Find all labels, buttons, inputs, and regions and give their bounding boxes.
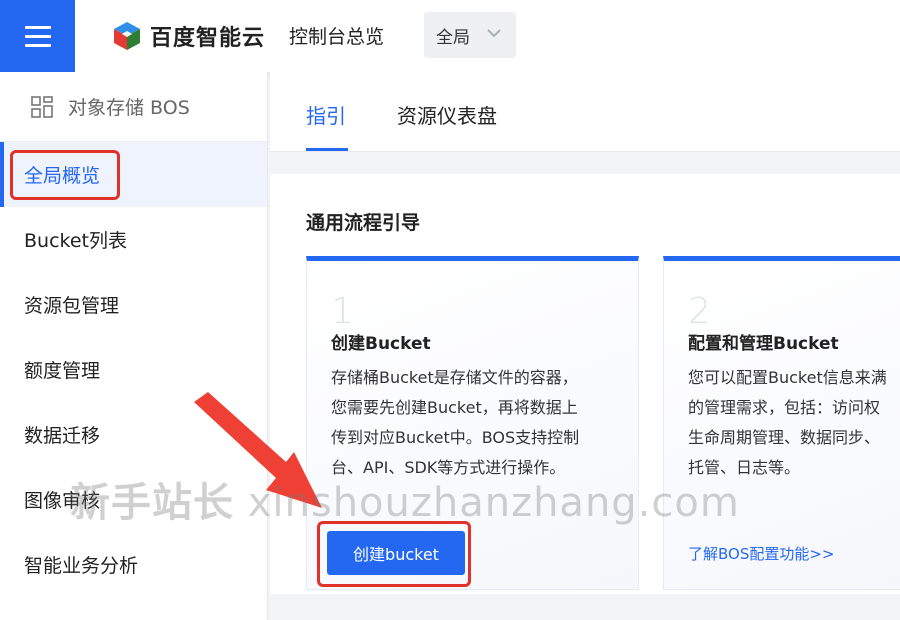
top-header: 百度智能云 控制台总览 全局 — [0, 0, 900, 72]
sidebar-title: 对象存储 BOS — [68, 97, 190, 119]
sidebar-item-label: 资源包管理 — [24, 295, 120, 317]
desc-line: 传到对应Bucket中。BOS支持控制 — [331, 428, 580, 447]
card-title: 创建Bucket — [331, 334, 431, 354]
chevron-down-icon — [487, 29, 501, 38]
brand-logo[interactable]: 百度智能云 — [112, 20, 265, 52]
grid-icon — [31, 95, 53, 118]
create-bucket-button[interactable]: 创建bucket — [327, 531, 465, 575]
desc-line: 的管理需求，包括：访问权 — [688, 398, 881, 417]
sidebar-item-label: 数据迁移 — [24, 425, 101, 447]
logo-text: 百度智能云 — [150, 26, 266, 51]
step-number: 2 — [688, 291, 711, 332]
sidebar-header[interactable]: 对象存储 BOS — [0, 72, 267, 142]
sidebar-item-label: Bucket列表 — [24, 230, 127, 252]
cloud-cube-icon — [114, 22, 140, 50]
console-overview-link[interactable]: 控制台总览 — [289, 22, 384, 49]
tab-guide[interactable]: 指引 — [306, 100, 346, 129]
annotation-highlight-box — [10, 150, 120, 200]
sidebar-item-resource-packages[interactable]: 资源包管理 — [0, 272, 267, 337]
desc-line: 存储桶Bucket是存储文件的容器， — [331, 368, 578, 387]
sidebar-item-label: 智能业务分析 — [24, 555, 139, 577]
sidebar-item-business-analysis[interactable]: 智能业务分析 — [0, 532, 267, 597]
section-title: 通用流程引导 — [306, 212, 421, 234]
watermark-cn: 新手站长 — [70, 480, 234, 526]
desc-line: 您需要先创建Bucket，再将数据上 — [331, 398, 578, 417]
tab-bar: 指引 资源仪表盘 — [270, 72, 900, 152]
card-description: 存储桶Bucket是存储文件的容器， 您需要先创建Bucket，再将数据上 传到… — [331, 363, 621, 483]
watermark: 新手站长 xinshouzhanzhang.com — [70, 470, 770, 528]
menu-icon[interactable] — [0, 0, 75, 72]
sidebar-item-overview[interactable]: 全局概览 — [0, 142, 267, 207]
active-tab-indicator — [306, 148, 348, 151]
card-title: 配置和管理Bucket — [688, 334, 839, 354]
card-description: 您可以配置Bucket信息来满 的管理需求，包括：访问权 生命周期管理、数据同步… — [688, 363, 900, 483]
step-card-create-bucket: 1 创建Bucket 存储桶Bucket是存储文件的容器， 您需要先创建Buck… — [306, 256, 639, 590]
region-select[interactable]: 全局 — [424, 12, 516, 58]
sidebar: 对象存储 BOS 全局概览 Bucket列表 资源包管理 额度管理 数据迁移 图… — [0, 72, 268, 620]
learn-bos-config-link[interactable]: 了解BOS配置功能>> — [688, 543, 835, 564]
guide-panel: 通用流程引导 1 创建Bucket 存储桶Bucket是存储文件的容器， 您需要… — [270, 174, 900, 594]
sidebar-item-bucket-list[interactable]: Bucket列表 — [0, 207, 267, 272]
step-card-manage-bucket: 2 配置和管理Bucket 您可以配置Bucket信息来满 的管理需求，包括：访… — [663, 256, 900, 590]
desc-line: 您可以配置Bucket信息来满 — [688, 368, 887, 387]
step-number: 1 — [331, 291, 354, 332]
watermark-en: xinshouzhanzhang.com — [247, 480, 740, 526]
sidebar-item-label: 额度管理 — [24, 360, 101, 382]
tab-resource-dashboard[interactable]: 资源仪表盘 — [397, 100, 497, 129]
region-value: 全局 — [436, 27, 470, 48]
desc-line: 生命周期管理、数据同步、 — [688, 428, 881, 447]
